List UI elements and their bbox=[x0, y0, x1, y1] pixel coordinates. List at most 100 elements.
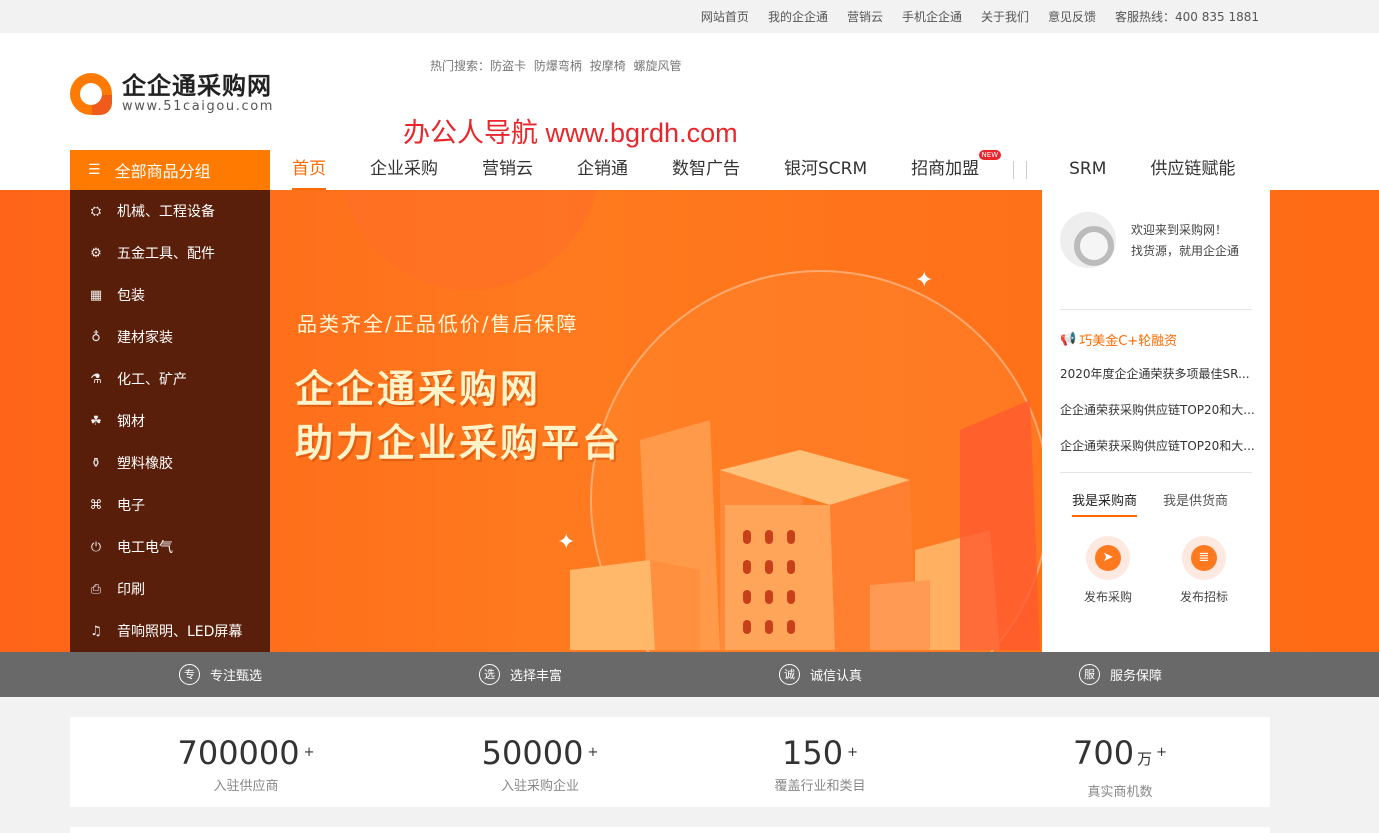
plastic-icon: ⚱ bbox=[90, 455, 102, 471]
hot-search: 热门搜索：防盗卡 防爆弯柄 按摩椅 螺旋风管 bbox=[430, 57, 686, 74]
publish-tender-label: 发布招标 bbox=[1179, 590, 1228, 604]
category-item[interactable]: ⏻ 电工电气 bbox=[70, 526, 270, 568]
feature-item: 诚诚信认真 bbox=[779, 652, 862, 697]
hot-search-term[interactable]: 防盗卡 bbox=[490, 59, 526, 73]
top-hotline: 客服热线：400 835 1881 bbox=[1115, 10, 1259, 24]
hot-search-term[interactable]: 按摩椅 bbox=[590, 59, 626, 73]
tab-buyer[interactable]: 我是采购商 bbox=[1072, 490, 1138, 517]
feature-badge-icon: 选 bbox=[479, 664, 500, 685]
nav-franchise[interactable]: 招商加盟 NEW bbox=[911, 150, 1002, 190]
welcome-line-1: 欢迎来到采购网！ bbox=[1131, 223, 1228, 237]
news-headline-text: 巧美金C+轮融资 bbox=[1079, 334, 1178, 349]
feature-badge-icon: 诚 bbox=[779, 664, 800, 685]
hot-search-term[interactable]: 防爆弯柄 bbox=[534, 59, 582, 73]
steel-icon: ☘ bbox=[90, 413, 102, 429]
top-link-my-account[interactable]: 我的企企通 bbox=[768, 8, 828, 25]
feature-badge-icon: 专 bbox=[179, 664, 200, 685]
category-item[interactable]: ⚱ 塑料橡胶 bbox=[70, 442, 270, 484]
avatar[interactable] bbox=[1060, 212, 1116, 268]
welcome-line-2: 找货源，就用企企通 bbox=[1131, 244, 1240, 258]
site-logo[interactable]: 企企通采购网 www.51caigou.com bbox=[70, 73, 274, 115]
role-tabs: 我是采购商 我是供货商 bbox=[1072, 490, 1228, 517]
publish-purchase-label: 发布采购 bbox=[1083, 590, 1132, 604]
category-item[interactable]: ♁ 建材家装 bbox=[70, 316, 270, 358]
sparkle-icon: ✦ bbox=[915, 268, 934, 293]
stats-panel: 700000 + 入驻供应商 50000 + 入驻采购企业 150 + 覆盖行业和类目… bbox=[70, 717, 1270, 807]
top-bar: 网站首页 我的企企通 营销云 手机企企通 关于我们 意见反馈 客服热线：400 … bbox=[0, 0, 1379, 33]
all-categories-button[interactable]: ☰ 全部商品分组 bbox=[70, 150, 270, 190]
feature-item: 选选择丰富 bbox=[479, 652, 562, 697]
nav-divider bbox=[1013, 161, 1015, 179]
logo-icon bbox=[70, 73, 112, 115]
logo-title: 企企通采购网 bbox=[122, 72, 272, 100]
tools-icon: ⚙ bbox=[90, 245, 102, 261]
welcome-text: 欢迎来到采购网！ 找货源，就用企企通 bbox=[1131, 220, 1239, 262]
printer-icon: ⎙ bbox=[90, 581, 102, 597]
all-categories-label: 全部商品分组 bbox=[114, 162, 211, 181]
category-item[interactable]: ☘ 钢材 bbox=[70, 400, 270, 442]
category-item[interactable]: ▦ 包装 bbox=[70, 274, 270, 316]
nav-srm[interactable]: SRM bbox=[1069, 150, 1106, 190]
top-link-about[interactable]: 关于我们 bbox=[981, 8, 1029, 25]
publish-purchase-button[interactable]: ➤ 发布采购 bbox=[1073, 536, 1143, 605]
tender-icon: ≣ bbox=[1191, 545, 1217, 571]
hot-search-label: 热门搜索： bbox=[430, 59, 491, 73]
banner-slogan: 品类齐全/正品低价/售后保障 bbox=[297, 312, 579, 336]
nav-supply-chain[interactable]: 供应链赋能 bbox=[1150, 150, 1235, 190]
paper-plane-icon: ➤ bbox=[1095, 545, 1121, 571]
news-headline[interactable]: 📢 巧美金C+轮融资 bbox=[1060, 330, 1177, 349]
lamp-icon: ♁ bbox=[91, 329, 101, 345]
divider bbox=[1060, 309, 1252, 310]
category-item[interactable]: ♫ 音响照明、LED屏幕 bbox=[70, 610, 270, 652]
nav-enterprise-purchase[interactable]: 企业采购 bbox=[370, 150, 438, 190]
banner-buildings-illustration bbox=[570, 400, 1040, 650]
content-strip bbox=[70, 827, 1270, 833]
stat-opportunities: 700 万 + 真实商机数 bbox=[1073, 734, 1167, 800]
main-nav: 首页 企业采购 营销云 企销通 数智广告 银河SCRM 招商加盟 NEW SRM … bbox=[270, 150, 1257, 190]
stat-suppliers: 700000 + 入驻供应商 bbox=[177, 734, 315, 794]
news-item[interactable]: 企企通荣获采购供应链TOP20和大... bbox=[1060, 401, 1256, 418]
nav-qixiaotong[interactable]: 企销通 bbox=[577, 150, 628, 190]
logo-url: www.51caigou.com bbox=[122, 99, 275, 114]
nav-marketing-cloud[interactable]: 营销云 bbox=[482, 150, 533, 190]
top-link-feedback[interactable]: 意见反馈 bbox=[1048, 8, 1096, 25]
news-item[interactable]: 企企通荣获采购供应链TOP20和大... bbox=[1060, 437, 1256, 454]
nav-digital-ads[interactable]: 数智广告 bbox=[672, 150, 740, 190]
package-icon: ▦ bbox=[89, 287, 103, 303]
chip-icon: ⌘ bbox=[89, 497, 103, 513]
sparkle-icon: ✦ bbox=[557, 530, 576, 555]
new-badge: NEW bbox=[978, 150, 1002, 160]
category-item[interactable]: ⚙ 五金工具、配件 bbox=[70, 232, 270, 274]
nav-franchise-label: 招商加盟 bbox=[911, 159, 980, 179]
top-link-mobile[interactable]: 手机企企通 bbox=[902, 8, 962, 25]
flask-icon: ⚗ bbox=[90, 371, 102, 387]
category-item[interactable]: ⚗ 化工、矿产 bbox=[70, 358, 270, 400]
banner-decor-circle bbox=[340, 190, 600, 290]
hot-search-term[interactable]: 螺旋风管 bbox=[634, 59, 682, 73]
top-link-marketing-cloud[interactable]: 营销云 bbox=[847, 8, 883, 25]
feature-badge-icon: 服 bbox=[1079, 664, 1100, 685]
divider bbox=[1060, 472, 1252, 473]
banner-headline-1: 企企通采购网 bbox=[295, 367, 542, 411]
category-item[interactable]: ⌘ 电子 bbox=[70, 484, 270, 526]
machine-icon: ⛭ bbox=[90, 203, 102, 219]
nav-scrm[interactable]: 银河SCRM bbox=[784, 150, 867, 190]
menu-icon: ☰ bbox=[88, 162, 101, 178]
promo-watermark: 办公人导航 www.bgrdh.com bbox=[403, 118, 738, 148]
nav-home[interactable]: 首页 bbox=[292, 150, 326, 190]
banner-headline-2: 助力企业采购平台 bbox=[295, 421, 624, 465]
megaphone-icon: 📢 bbox=[1060, 332, 1077, 347]
category-item[interactable]: ⛭ 机械、工程设备 bbox=[70, 190, 270, 232]
feature-item: 服服务保障 bbox=[1079, 652, 1162, 697]
speaker-icon: ♫ bbox=[90, 623, 102, 639]
category-item[interactable]: ⎙ 印刷 bbox=[70, 568, 270, 610]
nav-divider bbox=[1026, 161, 1028, 179]
category-list: ⛭ 机械、工程设备 ⚙ 五金工具、配件 ▦ 包装 ♁ 建材家装 ⚗ 化工、矿产 ☘ 钢材 ⚱… bbox=[70, 190, 270, 652]
top-link-home[interactable]: 网站首页 bbox=[701, 8, 749, 25]
feature-bar: 专专注甄选 选选择丰富 诚诚信认真 服服务保障 bbox=[0, 652, 1379, 697]
stat-industries: 150 + 覆盖行业和类目 bbox=[774, 734, 866, 794]
publish-tender-button[interactable]: ≣ 发布招标 bbox=[1169, 536, 1239, 605]
news-item[interactable]: 2020年度企企通荣获多项最佳SR... bbox=[1060, 365, 1256, 382]
user-panel: 欢迎来到采购网！ 找货源，就用企企通 📢 巧美金C+轮融资 2020年度企企通荣… bbox=[1042, 190, 1270, 652]
tab-supplier[interactable]: 我是供货商 bbox=[1163, 490, 1228, 517]
